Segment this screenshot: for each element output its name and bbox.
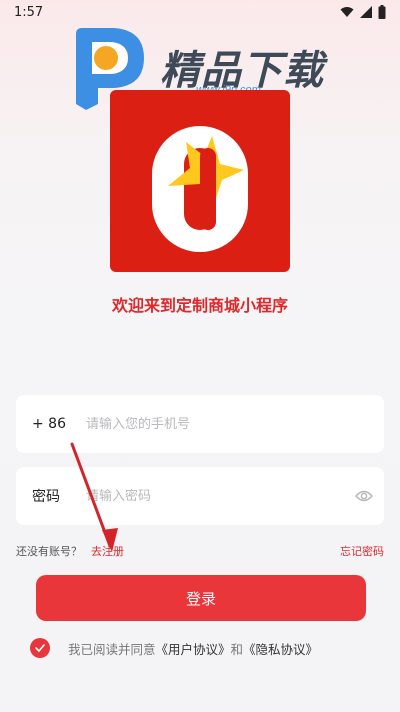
status-bar: 1:57 — [0, 0, 400, 24]
forgot-password-link[interactable]: 忘记密码 — [340, 543, 384, 559]
signal-icon — [360, 6, 372, 18]
agreement-prefix: 我已阅读并同意 — [68, 641, 156, 657]
status-time: 1:57 — [14, 4, 44, 20]
phone-input[interactable] — [86, 416, 384, 432]
wifi-icon — [340, 7, 354, 17]
app-logo — [110, 90, 290, 272]
password-label: 密码 — [32, 489, 60, 505]
password-input[interactable] — [86, 488, 344, 504]
country-code[interactable]: + 86 — [16, 416, 86, 432]
eye-icon[interactable] — [344, 467, 384, 525]
no-account-text: 还没有账号？ — [16, 545, 82, 558]
agreement-and: 和 — [230, 641, 244, 657]
register-link[interactable]: 去注册 — [91, 543, 124, 559]
register-row: 还没有账号？ 去注册 忘记密码 — [16, 541, 384, 559]
user-agreement-link[interactable]: 《用户协议》 — [156, 639, 231, 658]
password-field-card: 密码 — [16, 467, 384, 525]
battery-icon — [378, 5, 386, 19]
check-icon[interactable] — [30, 638, 50, 658]
phone-field-card: + 86 — [16, 395, 384, 453]
status-icons — [340, 5, 386, 19]
welcome-text: 欢迎来到定制商城小程序 — [111, 296, 288, 315]
login-button[interactable]: 登录 — [36, 575, 366, 621]
privacy-policy-link[interactable]: 《隐私协议》 — [243, 639, 318, 658]
agreement-row: 我已阅读并同意 《用户协议》 和 《隐私协议》 — [30, 637, 370, 659]
